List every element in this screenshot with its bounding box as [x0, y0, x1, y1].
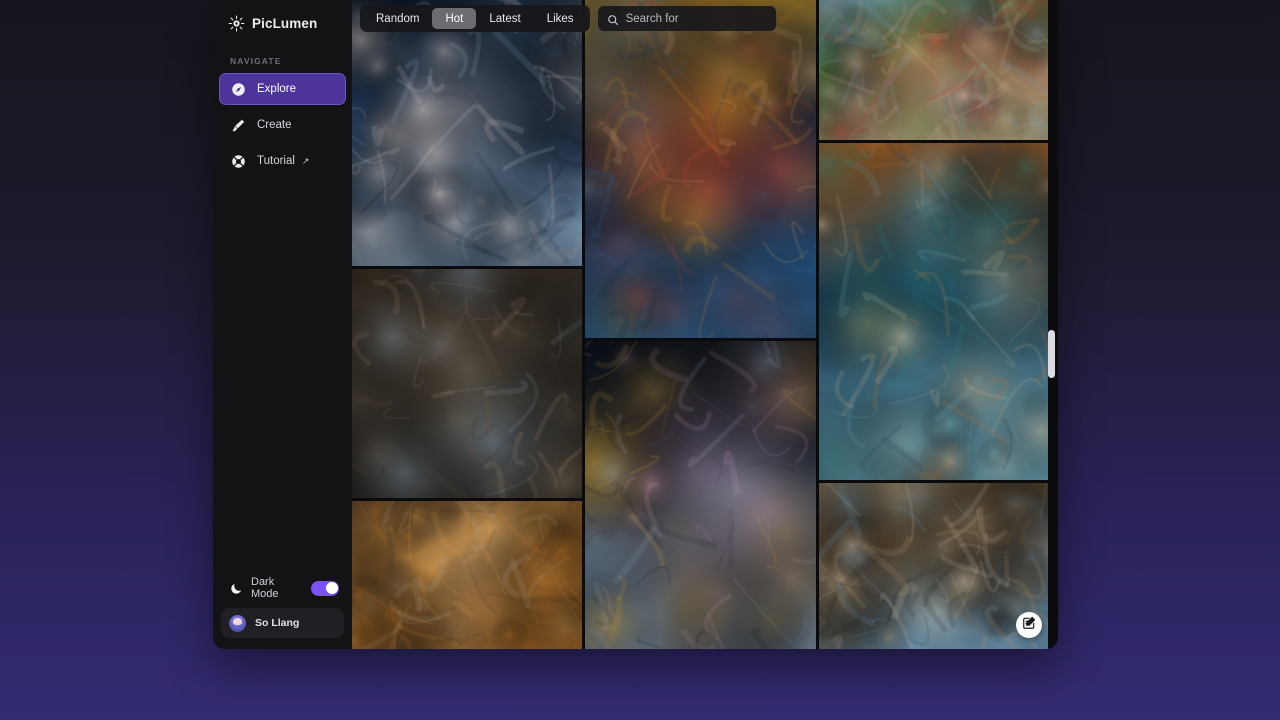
white-haired-woman-with-white-cat[interactable] — [352, 0, 583, 266]
artwork-image — [585, 0, 816, 338]
user-name: So Llang — [255, 617, 300, 629]
toggle-knob — [325, 582, 338, 594]
sidebar-item-label: Tutorial — [257, 155, 295, 167]
main-content: Random Hot Latest Likes — [352, 0, 1058, 649]
dark-mode-label: Dark Mode — [251, 576, 279, 600]
search-input[interactable] — [625, 12, 767, 25]
sidebar-footer: Dark Mode So Llang — [213, 576, 352, 649]
feedback-note-icon — [1022, 616, 1036, 635]
dark-mode-row: Dark Mode — [221, 576, 344, 600]
feedback-button[interactable] — [1016, 612, 1042, 638]
external-link-icon: ↗ — [301, 155, 310, 166]
sidebar-item-tutorial[interactable]: Tutorial ↗ — [219, 145, 346, 177]
brand-logo[interactable]: PicLumen — [213, 0, 352, 46]
tab-hot[interactable]: Hot — [432, 8, 477, 29]
moon-icon — [230, 582, 243, 595]
dark-mode-toggle[interactable] — [311, 580, 339, 596]
artwork-image — [818, 483, 1048, 649]
artwork-image — [585, 341, 816, 649]
nav-heading: NAVIGATE — [230, 56, 282, 66]
sun-burst-icon — [228, 15, 245, 32]
steampunk-gentleman-in-street[interactable] — [352, 268, 583, 498]
search-box[interactable] — [597, 6, 776, 31]
brand-name: PicLumen — [252, 15, 318, 31]
artwork-image — [352, 268, 583, 498]
woman-with-flower-crown-portrait[interactable] — [585, 0, 816, 338]
vertical-scrollbar[interactable] — [1048, 330, 1055, 378]
lifebuoy-icon — [231, 154, 246, 169]
compass-icon — [231, 82, 246, 97]
image-gallery — [352, 0, 1058, 649]
artwork-image — [818, 142, 1048, 481]
sidebar-item-explore[interactable]: Explore — [219, 73, 346, 105]
gallery-column — [818, 0, 1048, 649]
scrollbar-track[interactable] — [1048, 37, 1055, 643]
gallery-column — [585, 0, 816, 649]
artwork-image — [352, 500, 583, 649]
filter-tabs: Random Hot Latest Likes — [360, 5, 590, 32]
user-profile-chip[interactable]: So Llang — [221, 608, 344, 638]
avatar — [229, 614, 246, 632]
surreal-desert-clock-silhouette[interactable] — [818, 483, 1048, 649]
sidebar-item-label: Create — [257, 119, 292, 131]
fairy-with-orange-wings[interactable] — [352, 500, 583, 649]
fantasy-queen-with-orange-hair[interactable] — [818, 142, 1048, 481]
sidebar: PicLumen NAVIGATE Explore Create Tutoria… — [213, 0, 352, 649]
sidebar-item-label: Explore — [257, 83, 296, 95]
rainy-flower-street-umbrella[interactable] — [585, 341, 816, 649]
sidebar-item-create[interactable]: Create — [219, 109, 346, 141]
app-window: PicLumen NAVIGATE Explore Create Tutoria… — [213, 0, 1058, 649]
topbar: Random Hot Latest Likes — [352, 0, 1058, 37]
tab-latest[interactable]: Latest — [476, 8, 533, 29]
nav-list: Explore Create Tutorial ↗ — [213, 73, 352, 177]
brush-icon — [231, 118, 246, 133]
tab-likes[interactable]: Likes — [534, 8, 587, 29]
search-icon — [607, 13, 619, 25]
tab-random[interactable]: Random — [363, 8, 432, 29]
artwork-image — [352, 0, 583, 266]
gallery-column — [352, 0, 583, 649]
